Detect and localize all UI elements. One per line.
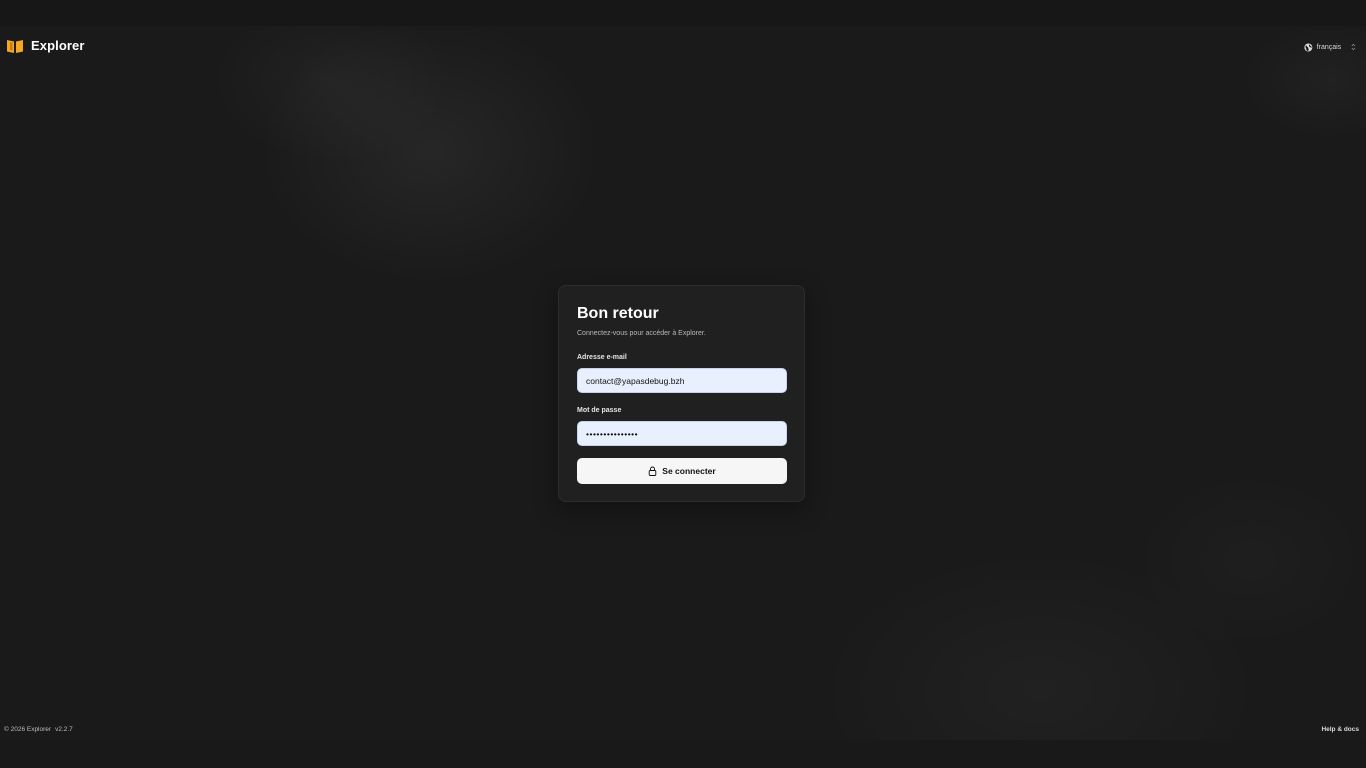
copyright-text: © 2026 Explorer — [4, 726, 52, 733]
password-field[interactable] — [577, 421, 787, 446]
globe-icon — [1304, 43, 1313, 51]
book-open-icon — [7, 39, 23, 53]
login-subtitle: Connectez-vous pour accéder à Explorer. — [577, 330, 706, 337]
login-button-label: Se connecter — [662, 466, 716, 476]
password-label: Mot de passe — [577, 407, 622, 414]
bottom-bar — [0, 740, 1366, 768]
top-bar — [0, 0, 1366, 26]
brand[interactable]: Explorer — [7, 38, 85, 53]
language-label: français — [1316, 43, 1342, 51]
lock-icon — [649, 466, 657, 476]
login-card: Bon retour Connectez-vous pour accéder à… — [558, 285, 805, 502]
language-select[interactable]: français — [1298, 37, 1356, 57]
email-label: Adresse e-mail — [577, 354, 627, 361]
login-title: Bon retour — [577, 305, 659, 322]
email-field[interactable] — [577, 368, 787, 393]
version-text: v2.2.7 — [55, 726, 73, 733]
chevron-up-down-icon — [1351, 43, 1356, 51]
app-name: Explorer — [31, 38, 85, 53]
footer-info: © 2026 Explorer v2.2.7 — [4, 726, 73, 733]
login-page: Explorer français Bon retour Connectez-v… — [0, 0, 1366, 768]
help-docs-link[interactable]: Help & docs — [1321, 726, 1359, 733]
login-button[interactable]: Se connecter — [577, 458, 787, 484]
